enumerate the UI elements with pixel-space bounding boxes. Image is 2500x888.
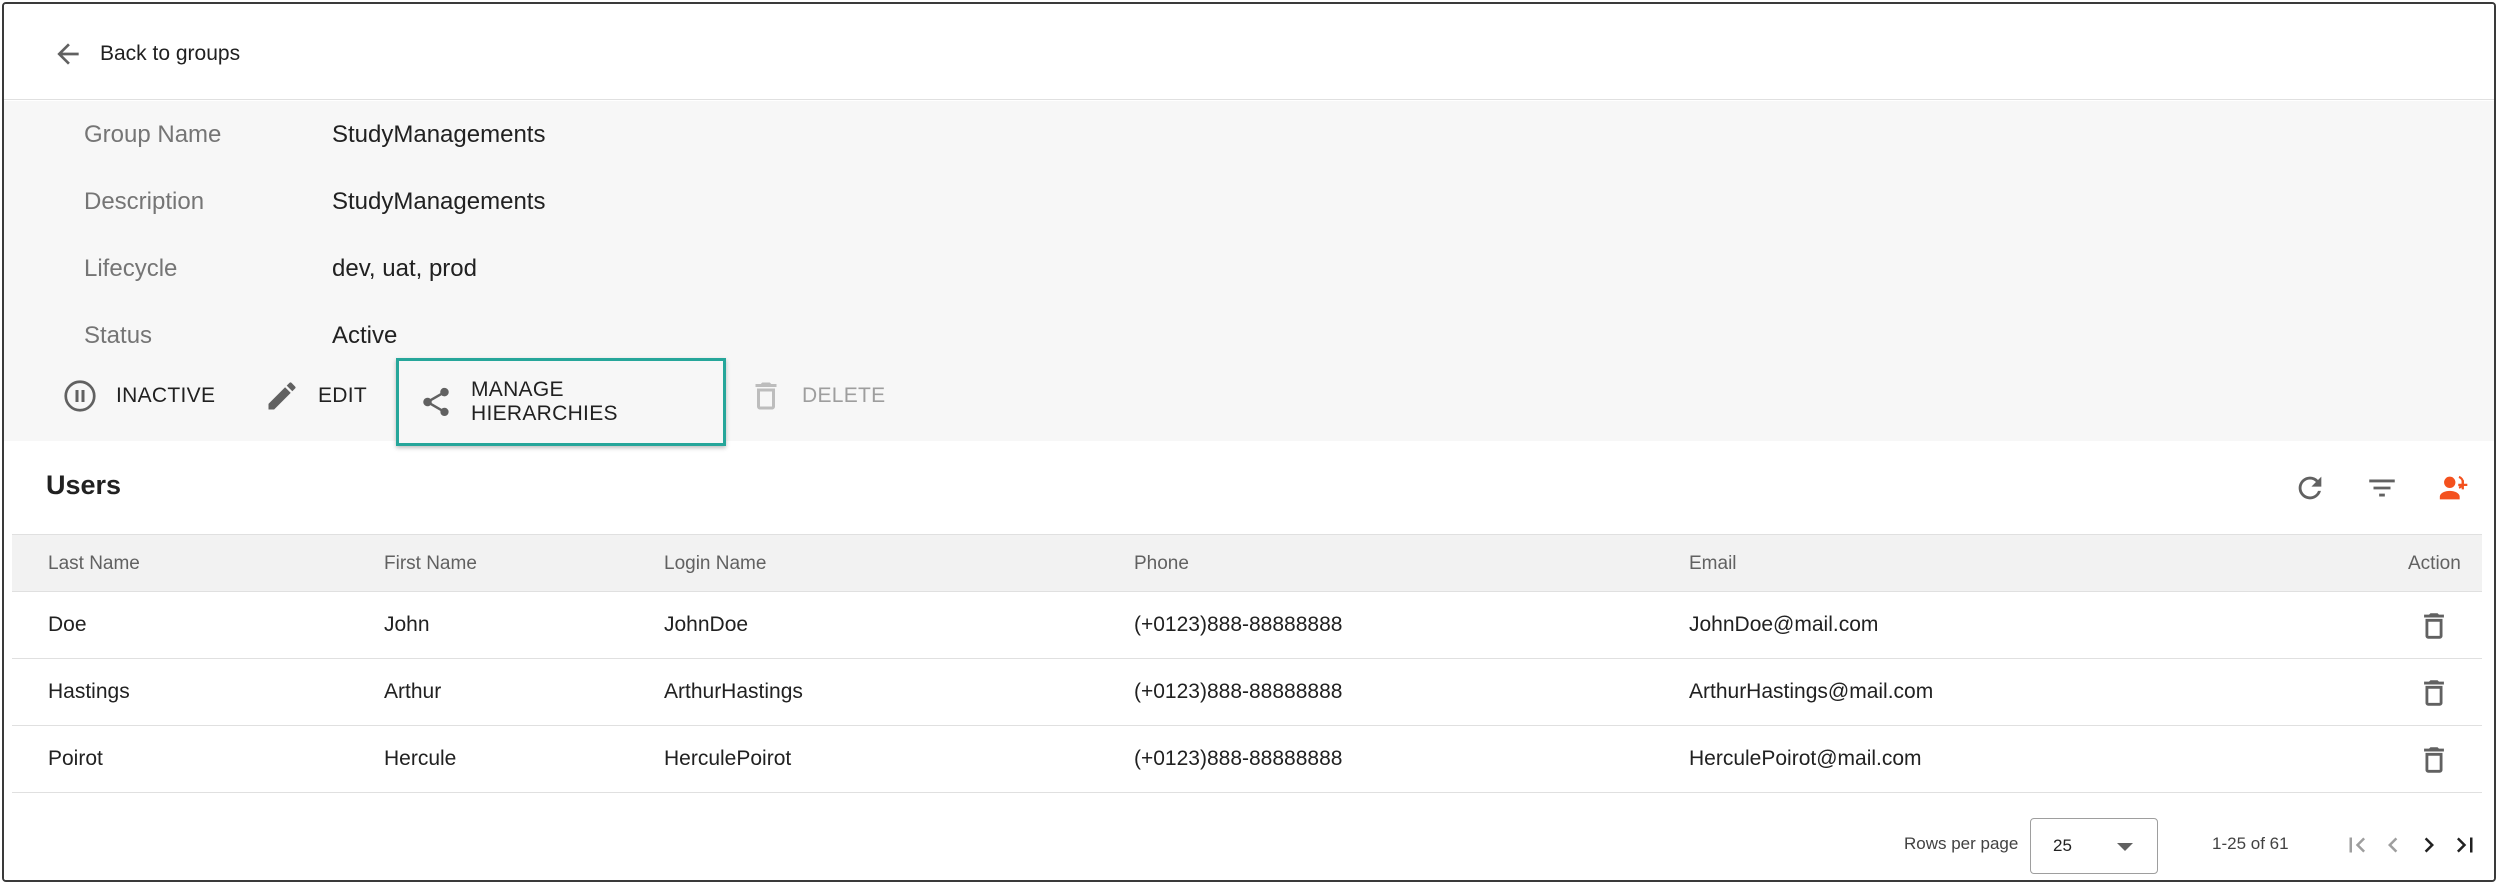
next-page-button[interactable]: [2412, 828, 2446, 862]
cell-login-name: HerculePoirot: [664, 747, 792, 770]
rows-per-page-value: 25: [2053, 836, 2072, 855]
first-page-icon: [2349, 837, 2366, 853]
filter-button[interactable]: [2360, 466, 2404, 510]
remove-user-button[interactable]: [2414, 606, 2454, 646]
table-row[interactable]: Poirot Hercule HerculePoirot (+0123)888-…: [12, 726, 2482, 793]
back-to-groups-label: Back to groups: [100, 42, 241, 65]
trash-icon: [2424, 680, 2444, 706]
description-value: StudyManagements: [332, 188, 546, 215]
lifecycle-label: Lifecycle: [84, 255, 178, 282]
cell-first-name: John: [384, 613, 430, 636]
users-section-title: Users: [46, 470, 122, 500]
cell-first-name: Arthur: [384, 680, 442, 703]
column-header-action: Action: [2408, 553, 2461, 574]
previous-page-button[interactable]: [2376, 828, 2410, 862]
inactive-button-label: INACTIVE: [116, 384, 216, 407]
cell-email: HerculePoirot@mail.com: [1689, 747, 1922, 770]
app-window: Back to groups Group Name StudyManagemen…: [2, 2, 2496, 882]
edit-button[interactable]: EDIT: [264, 361, 367, 431]
arrow-left-icon: [57, 43, 79, 65]
column-header-email[interactable]: Email: [1689, 535, 1737, 593]
trash-icon: [755, 382, 777, 410]
inactive-button[interactable]: INACTIVE: [62, 361, 215, 431]
add-user-button[interactable]: [2432, 466, 2476, 510]
trash-icon: [2424, 613, 2444, 639]
table-row[interactable]: Doe John JohnDoe (+0123)888-88888888 Joh…: [12, 592, 2482, 659]
refresh-icon: [2298, 476, 2322, 500]
trash-icon: [2424, 747, 2444, 773]
status-label: Status: [84, 322, 153, 349]
cell-phone: (+0123)888-88888888: [1134, 613, 1343, 636]
manage-hierarchies-label: MANAGE HIERARCHIES: [470, 378, 618, 425]
pagination-range: 1-25 of 61: [2212, 834, 2289, 853]
refresh-button[interactable]: [2288, 466, 2332, 510]
remove-user-button[interactable]: [2414, 673, 2454, 713]
column-header-first-name[interactable]: First Name: [384, 535, 477, 593]
table-row-partial: [12, 794, 2482, 812]
delete-button-label: DELETE: [802, 384, 886, 407]
edit-button-label: EDIT: [318, 384, 368, 407]
group-actions-toolbar: INACTIVE EDIT MANAGE HIERARCHIES DELETE: [4, 358, 2494, 446]
group-details-panel: Group Name StudyManagements Description …: [4, 101, 2494, 446]
pencil-icon: [268, 382, 296, 410]
status-row: Status Active: [84, 316, 397, 356]
share-icon: [423, 387, 449, 417]
status-value: Active: [332, 322, 398, 349]
group-name-label: Group Name: [84, 121, 222, 148]
pagination-bar: Rows per page 25 1-25 of 61: [4, 812, 2494, 880]
description-row: Description StudyManagements: [84, 182, 545, 222]
cell-last-name: Hastings: [48, 680, 130, 703]
manage-hierarchies-button[interactable]: MANAGE HIERARCHIES: [396, 358, 726, 446]
back-to-groups-link[interactable]: Back to groups: [52, 34, 240, 74]
cell-first-name: Hercule: [384, 747, 457, 770]
delete-group-button[interactable]: DELETE: [748, 361, 886, 431]
chevron-right-icon: [2424, 837, 2434, 853]
table-row[interactable]: Hastings Arthur ArthurHastings (+0123)88…: [12, 659, 2482, 726]
first-page-button[interactable]: [2340, 828, 2374, 862]
description-label: Description: [84, 188, 205, 215]
rows-per-page-label: Rows per page: [1904, 834, 2019, 853]
pause-circle-icon: [64, 380, 96, 412]
column-header-last-name[interactable]: Last Name: [48, 535, 140, 593]
cell-login-name: JohnDoe: [664, 613, 749, 636]
add-user-icon: [2439, 475, 2468, 500]
last-page-icon: [2456, 837, 2473, 853]
column-header-login-name[interactable]: Login Name: [664, 535, 766, 593]
remove-user-button[interactable]: [2414, 740, 2454, 780]
rows-per-page-select[interactable]: 25: [2030, 818, 2158, 874]
filter-icon: [2369, 479, 2395, 497]
group-name-row: Group Name StudyManagements: [84, 115, 545, 155]
cell-last-name: Poirot: [48, 747, 103, 770]
group-name-value: StudyManagements: [332, 121, 546, 148]
top-bar: Back to groups: [4, 4, 2494, 100]
last-page-button[interactable]: [2448, 828, 2482, 862]
lifecycle-value: dev, uat, prod: [332, 255, 477, 282]
cell-login-name: ArthurHastings: [664, 680, 803, 703]
cell-email: ArthurHastings@mail.com: [1689, 680, 1934, 703]
cell-email: JohnDoe@mail.com: [1689, 613, 1879, 636]
cell-last-name: Doe: [48, 613, 87, 636]
chevron-left-icon: [2388, 837, 2398, 853]
cell-phone: (+0123)888-88888888: [1134, 747, 1343, 770]
cell-phone: (+0123)888-88888888: [1134, 680, 1343, 703]
lifecycle-row: Lifecycle dev, uat, prod: [84, 249, 477, 289]
chevron-down-icon: [2117, 843, 2133, 851]
users-table-header: Last Name First Name Login Name Phone Em…: [12, 534, 2482, 592]
column-header-phone[interactable]: Phone: [1134, 535, 1189, 593]
